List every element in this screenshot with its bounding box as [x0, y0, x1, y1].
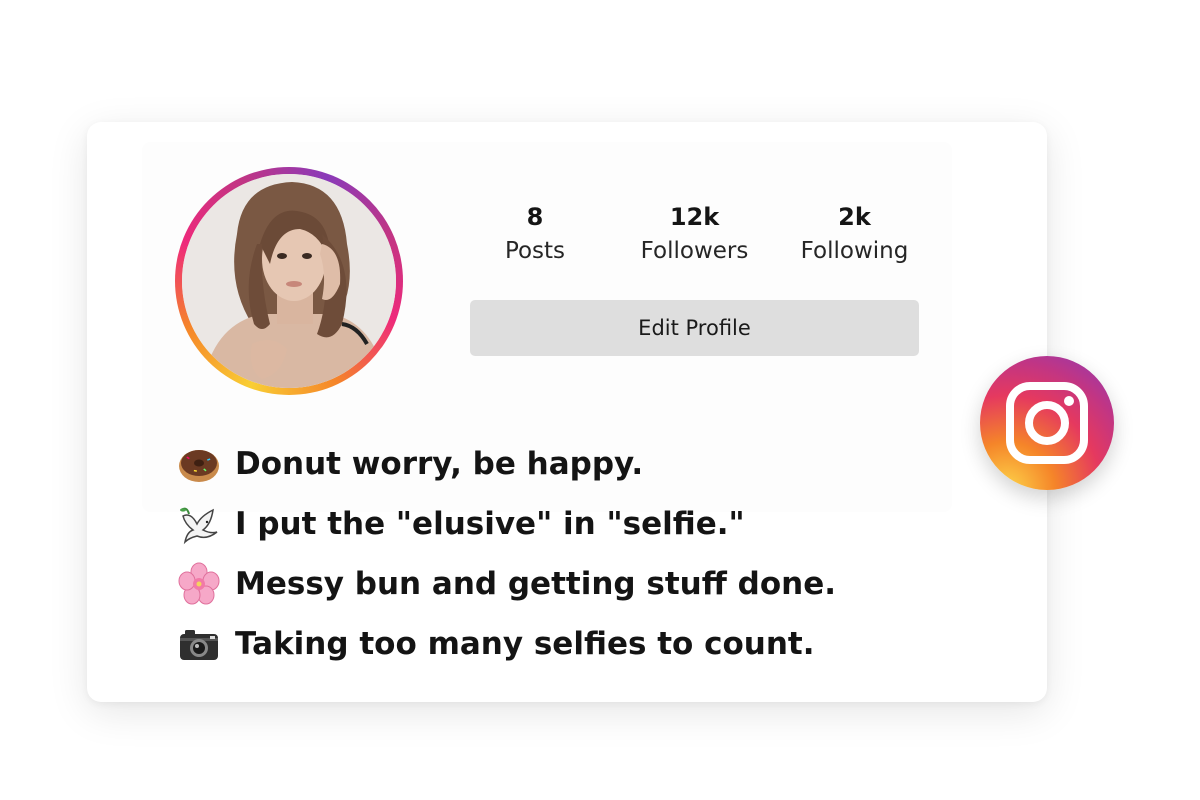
donut-icon	[177, 442, 221, 486]
cherry-blossom-icon	[177, 562, 221, 606]
bio-text: Messy bun and getting stuff done.	[235, 566, 837, 602]
posts-label: Posts	[504, 238, 566, 264]
avatar[interactable]	[175, 167, 403, 395]
edit-profile-button[interactable]: Edit Profile	[470, 300, 919, 356]
posts-count: 8	[526, 203, 544, 231]
bio-line: Taking too many selfies to count.	[177, 614, 836, 674]
portrait-image	[182, 174, 396, 388]
stat-posts[interactable]: 8 Posts	[475, 202, 595, 266]
stat-following[interactable]: 2k Following	[787, 202, 922, 266]
following-count: 2k	[838, 203, 871, 231]
stat-followers[interactable]: 12k Followers	[627, 202, 762, 266]
bio-text: I put the "elusive" in "selfie."	[235, 506, 745, 542]
followers-count: 12k	[669, 203, 720, 231]
following-label: Following	[800, 238, 909, 264]
bio-line: Donut worry, be happy.	[177, 434, 836, 494]
instagram-badge[interactable]	[980, 356, 1114, 490]
camera-icon	[177, 622, 221, 666]
bio-line: I put the "elusive" in "selfie."	[177, 494, 836, 554]
instagram-icon	[1006, 382, 1088, 464]
profile-card: 8 Posts 12k Followers 2k Following Edit …	[87, 122, 1047, 702]
bio-text: Taking too many selfies to count.	[235, 626, 815, 662]
bio: Donut worry, be happy. I put the "elusiv…	[177, 434, 836, 674]
bio-line: Messy bun and getting stuff done.	[177, 554, 836, 614]
followers-label: Followers	[640, 238, 749, 264]
dove-icon	[177, 502, 221, 546]
avatar-photo	[182, 174, 396, 388]
bio-text: Donut worry, be happy.	[235, 446, 644, 482]
